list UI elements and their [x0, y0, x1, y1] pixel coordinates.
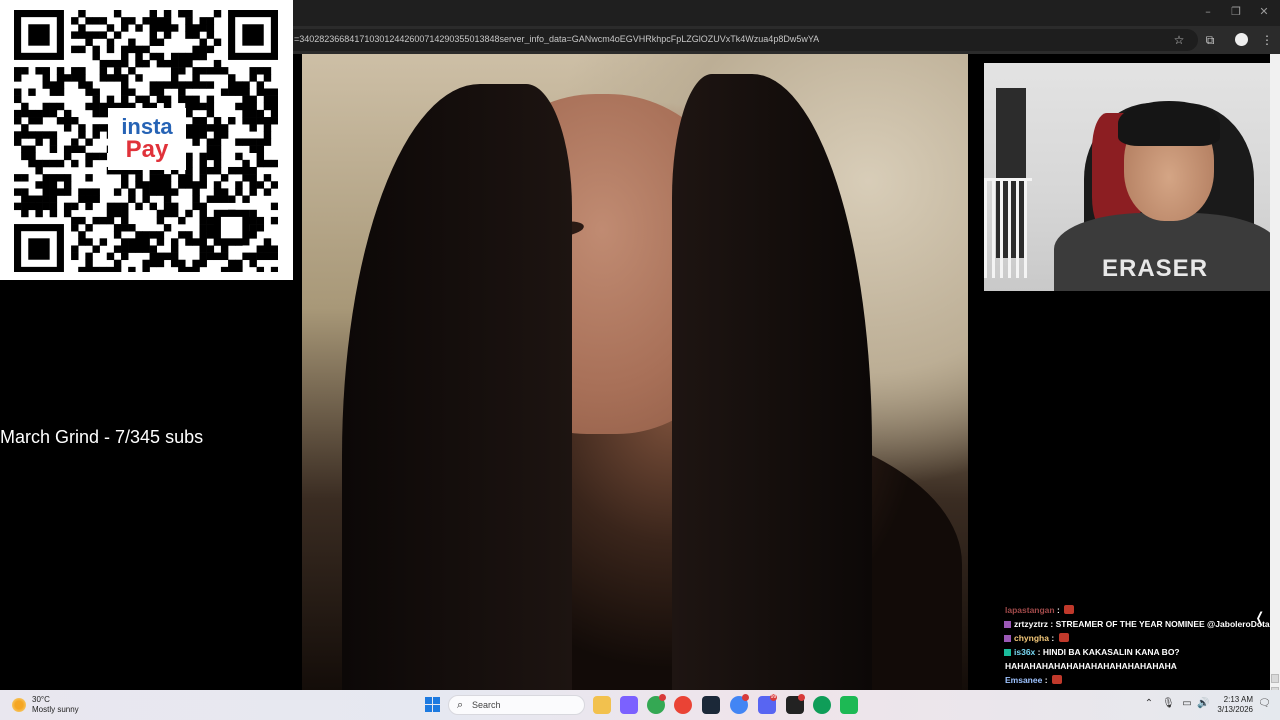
instapay-qr-panel: insta Pay [0, 0, 293, 280]
video-subject-hair-left [342, 84, 572, 690]
subscriber-goal-text: March Grind - 7/345 subs [0, 427, 204, 447]
weather-temperature[interactable]: 30°C [32, 695, 50, 704]
extensions-icon[interactable]: ⧉ [1202, 32, 1218, 48]
chat-message-text: HAHAHAHAHAHAHAHAHAHAHAHAHAHA [1005, 661, 1177, 671]
taskbar-search-placeholder: Search [472, 700, 501, 710]
chat-badge-icon [1004, 621, 1011, 628]
chat-username[interactable]: lapastangan [1005, 605, 1055, 615]
chat-emote-icon [1064, 605, 1075, 614]
address-bar-url[interactable]: =340282366841710301244260071429035501384… [294, 34, 1174, 44]
webcam-streamer-hair [1118, 101, 1220, 146]
chat-emote-icon [1058, 633, 1069, 642]
chat-message: lapastangan : [1000, 603, 1260, 617]
chat-username[interactable]: chyngha [1014, 633, 1049, 643]
notification-badge: 99 [770, 694, 777, 701]
page-scrollbar[interactable] [1270, 54, 1280, 720]
spotify-like-icon[interactable] [840, 696, 858, 714]
display-icon[interactable]: ▭ [1181, 698, 1193, 710]
taskbar-search-box[interactable]: ⌕ Search [448, 695, 585, 715]
notification-icon[interactable]: 🗨 [1258, 698, 1271, 710]
chat-message-text: HINDI BA KAKASALIN KANA BO? [1042, 647, 1180, 657]
chat-collapse-icon[interactable]: ❬ [1254, 610, 1266, 626]
weather-sun-icon[interactable] [12, 698, 26, 712]
chat-username[interactable]: zrtzyztrz [1014, 619, 1048, 629]
video-subject-hair-right [672, 74, 872, 690]
copilot-icon[interactable] [620, 696, 638, 714]
chat-username[interactable]: Emsanee [1005, 675, 1042, 685]
chat-emote-icon [1051, 675, 1062, 684]
windows-taskbar: 30°C Mostly sunny ⌕ Search 99 ⌃ 🎙 ▭ 🔊 2:… [0, 690, 1280, 720]
chat-message: HAHAHAHAHAHAHAHAHAHAHAHAHAHA [1000, 659, 1260, 673]
maximize-button[interactable]: ❐ [1226, 4, 1246, 20]
notification-badge [659, 694, 666, 701]
microphone-icon[interactable]: 🎙 [1162, 698, 1175, 710]
clock-date[interactable]: 3/13/2026 [1212, 705, 1253, 714]
chat-badge-icon [1004, 649, 1011, 656]
chat-message: zrtzyztrz : STREAMER OF THE YEAR NOMINEE… [1000, 617, 1270, 631]
tray-chevron-icon[interactable]: ⌃ [1143, 698, 1155, 710]
notification-badge [742, 694, 749, 701]
chat-separator: : [1035, 647, 1043, 657]
minimize-button[interactable]: – [1198, 4, 1218, 20]
chat-message: chyngha : [1000, 631, 1260, 645]
browser-titlebar: – ❐ ✕ [293, 0, 1280, 26]
chat-separator: : [1048, 619, 1056, 629]
file-explorer-icon[interactable] [593, 696, 611, 714]
chat-username[interactable]: is36x [1014, 647, 1035, 657]
webcam-baby-gate [984, 178, 1032, 278]
chat-badge-icon [1004, 635, 1011, 642]
main-video-feed [302, 54, 968, 690]
close-button[interactable]: ✕ [1254, 4, 1274, 20]
search-icon: ⌕ [457, 698, 464, 711]
webcam-shirt-text: ERASER [1102, 255, 1209, 282]
profile-avatar[interactable] [1235, 33, 1248, 46]
streamer-webcam: ERASER [984, 63, 1280, 291]
bookmark-star-icon[interactable]: ☆ [1171, 32, 1187, 48]
instapay-logo: insta Pay [108, 108, 186, 170]
chrome-icon[interactable] [674, 696, 692, 714]
instapay-logo-line1: insta [121, 114, 173, 139]
chat-message: Emsanee : [1000, 673, 1260, 687]
notification-badge [798, 694, 805, 701]
chat-overlay: lapastangan : zrtzyztrz : STREAMER OF TH… [1000, 603, 1270, 687]
instapay-logo-line2: Pay [125, 136, 169, 163]
clock-time[interactable]: 2:13 AM [1220, 695, 1253, 704]
browser-menu-icon[interactable]: ⋮ [1259, 32, 1275, 48]
chat-separator: : [1042, 675, 1050, 685]
steam-icon[interactable] [702, 696, 720, 714]
chat-separator: : [1048, 633, 1057, 643]
weather-description[interactable]: Mostly sunny [32, 705, 79, 714]
start-windows-icon[interactable] [425, 697, 440, 712]
chat-message: is36x : HINDI BA KAKASALIN KANA BO? [1000, 645, 1260, 659]
address-bar[interactable]: =340282366841710301244260071429035501384… [293, 29, 1198, 51]
scrollbar-segment[interactable] [1271, 674, 1279, 683]
browser-toolbar: =340282366841710301244260071429035501384… [293, 26, 1280, 54]
chat-separator: : [1054, 605, 1063, 615]
chat-message-text: STREAMER OF THE YEAR NOMINEE @JaboleroDo… [1055, 619, 1270, 629]
screen: – ❐ ✕ =340282366841710301244260071429035… [0, 0, 1280, 720]
chrome-profile-3-icon[interactable] [813, 696, 831, 714]
volume-icon[interactable]: 🔊 [1197, 698, 1209, 710]
